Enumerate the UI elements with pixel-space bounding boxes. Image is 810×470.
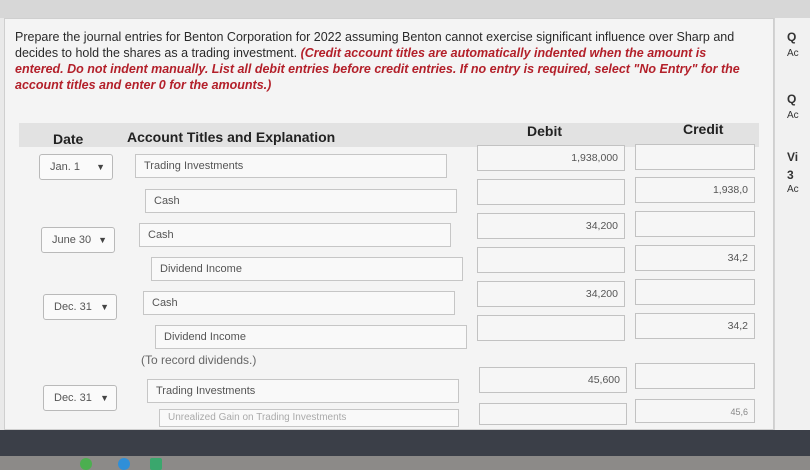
right-question-column: Q Ac Q Ac Vi 3 Ac (774, 18, 810, 430)
date-value: Jan. 1 (50, 161, 80, 173)
debit-field[interactable]: 34,200 (477, 213, 625, 239)
account-field[interactable]: Cash (139, 223, 451, 247)
monitor-bezel-strip (0, 430, 810, 456)
journal-entry-panel: Prepare the journal entries for Benton C… (4, 18, 774, 430)
account-field[interactable]: Trading Investments (135, 154, 447, 178)
chevron-down-icon: ▼ (100, 393, 109, 403)
account-field[interactable]: Trading Investments (147, 379, 459, 403)
question-sub: Ac (787, 48, 799, 59)
question-label[interactable]: Q (787, 30, 796, 44)
header-account: Account Titles and Explanation (127, 129, 336, 145)
browser-top-strip (0, 0, 810, 18)
credit-field[interactable] (635, 144, 755, 170)
date-select-entry-3[interactable]: Dec. 31 ▼ (43, 294, 117, 320)
view-label[interactable]: Vi (787, 150, 798, 164)
chevron-down-icon: ▼ (96, 162, 105, 172)
app-icon[interactable] (118, 458, 130, 470)
debit-field[interactable]: 1,938,000 (477, 145, 625, 171)
debit-field[interactable]: 45,600 (479, 367, 627, 393)
debit-field[interactable]: 34,200 (477, 281, 625, 307)
question-sub: Ac (787, 110, 799, 121)
taskbar (0, 456, 810, 470)
credit-field[interactable]: 1,938,0 (635, 177, 755, 203)
debit-field[interactable] (477, 247, 625, 273)
account-field[interactable]: Dividend Income (155, 325, 467, 349)
date-value: Dec. 31 (54, 392, 92, 404)
date-value: June 30 (52, 234, 92, 246)
credit-field[interactable]: 34,2 (635, 245, 755, 271)
number-label: 3 (787, 168, 794, 182)
question-label[interactable]: Q (787, 92, 796, 106)
question-sub: Ac (787, 184, 799, 195)
entry-explanation: (To record dividends.) (141, 353, 257, 367)
debit-field[interactable] (477, 315, 625, 341)
debit-field[interactable] (477, 179, 625, 205)
date-select-entry-2[interactable]: June 30 ▼ (41, 227, 115, 253)
app-icon[interactable] (150, 458, 162, 470)
debit-field[interactable] (479, 403, 627, 425)
chevron-down-icon: ▼ (98, 235, 107, 245)
account-field[interactable]: Dividend Income (151, 257, 463, 281)
header-credit: Credit (683, 121, 724, 137)
credit-field[interactable] (635, 279, 755, 305)
date-select-entry-1[interactable]: Jan. 1 ▼ (39, 154, 113, 180)
account-field[interactable]: Cash (145, 189, 457, 213)
credit-field[interactable] (635, 211, 755, 237)
account-field[interactable]: Cash (143, 291, 455, 315)
header-debit: Debit (527, 123, 562, 139)
instructions-text: Prepare the journal entries for Benton C… (15, 29, 755, 93)
date-select-entry-4[interactable]: Dec. 31 ▼ (43, 385, 117, 411)
credit-field[interactable]: 34,2 (635, 313, 755, 339)
date-value: Dec. 31 (54, 301, 92, 313)
credit-field[interactable] (635, 363, 755, 389)
credit-field[interactable]: 45,6 (635, 399, 755, 423)
app-icon[interactable] (80, 458, 92, 470)
chevron-down-icon: ▼ (100, 302, 109, 312)
header-date: Date (53, 131, 84, 147)
account-field[interactable]: Unrealized Gain on Trading Investments (159, 409, 459, 427)
